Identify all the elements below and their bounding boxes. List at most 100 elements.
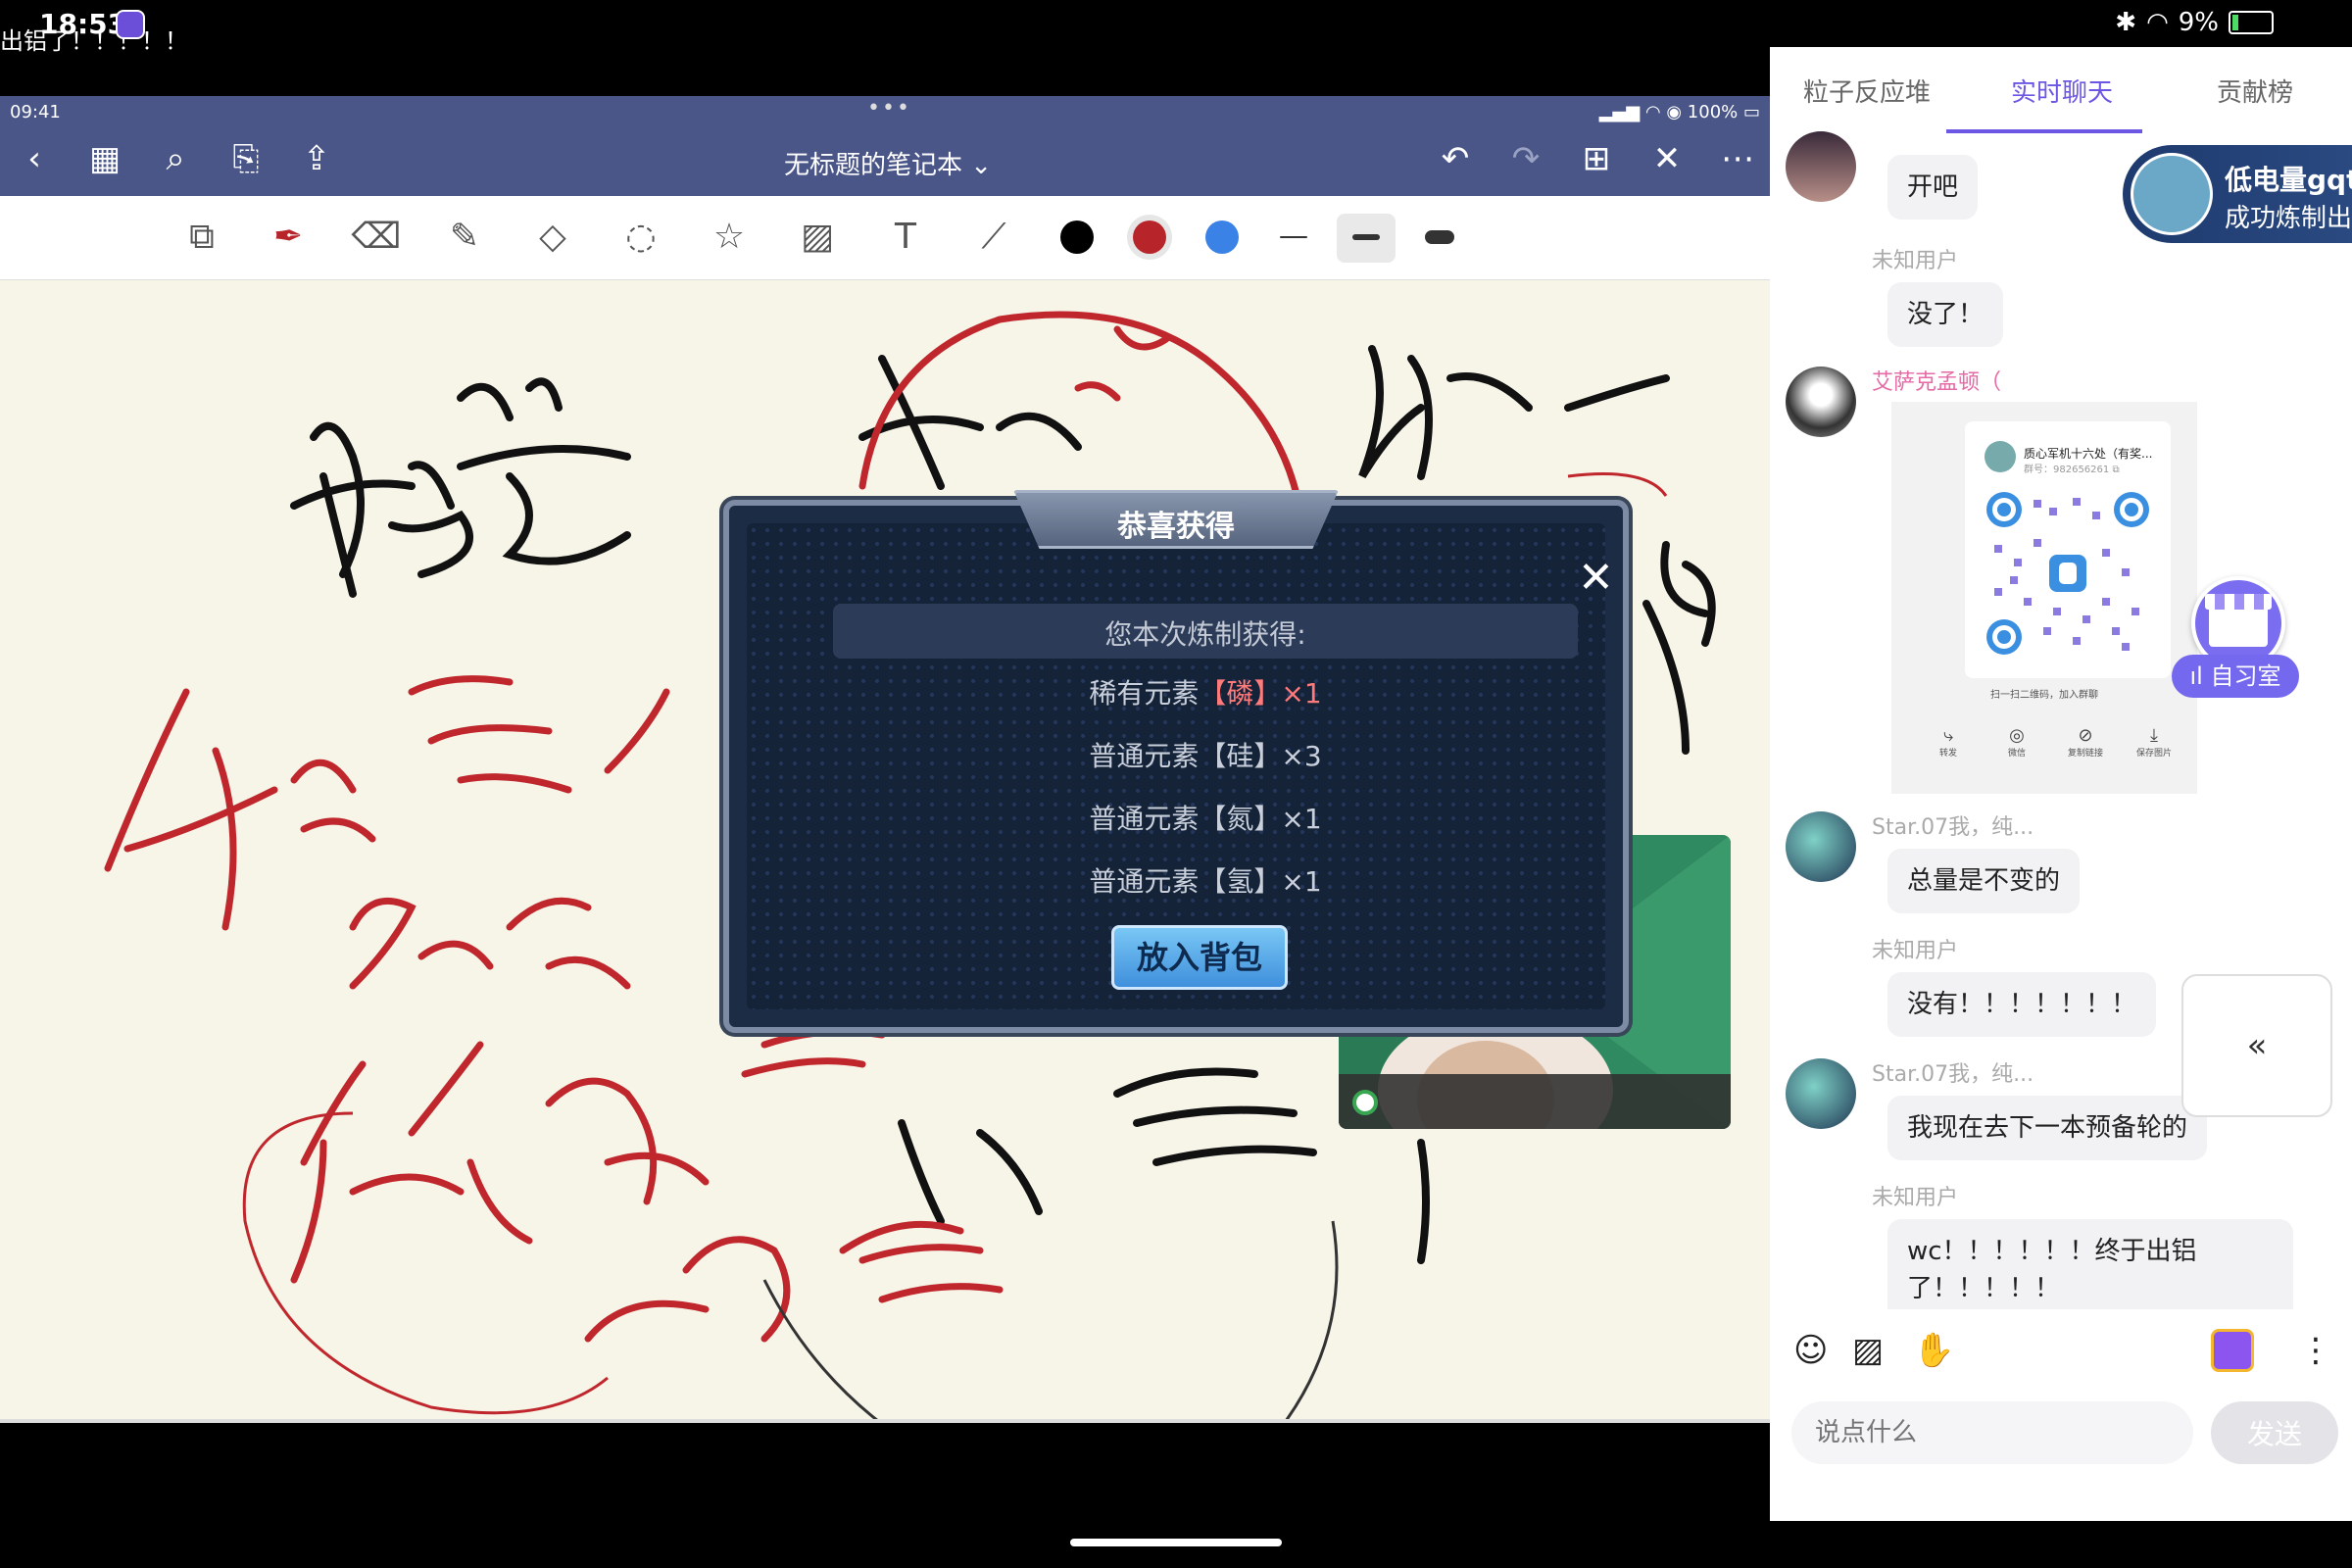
wechat-icon: ◎ bbox=[2009, 725, 2025, 746]
save-image-button[interactable]: ⤓ 保存图片 bbox=[2125, 725, 2183, 759]
tab-live-chat[interactable]: 实时聊天 bbox=[2011, 73, 2113, 109]
copy-link-label: 复制链接 bbox=[2067, 749, 2103, 759]
chat-username: 未知用户 bbox=[1872, 939, 1959, 963]
avatar[interactable] bbox=[1786, 367, 1856, 437]
lasso-icon[interactable]: ◌ bbox=[615, 212, 666, 263]
reward-item-type: 普通元素 bbox=[1089, 803, 1200, 835]
chat-input-bar: ☺ ▨ ✋ ⋮ 发送 bbox=[1770, 1309, 2352, 1521]
close-icon[interactable]: ✕ bbox=[1578, 553, 1614, 603]
chat-bubble: 没了！ bbox=[1887, 282, 2004, 347]
redo-icon[interactable]: ↷ bbox=[1501, 139, 1550, 178]
shapes-icon[interactable]: ◇ bbox=[527, 212, 578, 263]
reward-item-qty: ×1 bbox=[1281, 865, 1322, 898]
status-right: ✱ ◠ 9% bbox=[2115, 8, 2274, 37]
pen-icon[interactable]: ✒ bbox=[263, 212, 314, 263]
mic-icon[interactable] bbox=[1352, 1090, 1378, 1115]
reward-item-qty: ×1 bbox=[1281, 677, 1322, 710]
highlighter-icon[interactable]: ✎ bbox=[439, 212, 490, 263]
reward-title: 恭喜获得 bbox=[1117, 510, 1235, 544]
sticker-icon[interactable]: ☆ bbox=[704, 212, 755, 263]
reward-item: 普通元素【硅】×3 bbox=[833, 735, 1578, 774]
laser-icon[interactable]: ⟋ bbox=[968, 212, 1019, 263]
qr-code-image[interactable]: 质心军机十六处（有奖... 群号：982656261 ⧉ 扫一扫二维码，加入群聊… bbox=[1891, 402, 2197, 794]
stroke-thin[interactable] bbox=[1280, 236, 1307, 238]
reward-item-type: 普通元素 bbox=[1089, 740, 1200, 772]
chat-username: 艾萨克孟顿（ bbox=[1872, 370, 2002, 395]
search-icon[interactable]: ⌕ bbox=[151, 139, 200, 178]
reward-item: 普通元素【氮】×1 bbox=[833, 798, 1578, 837]
put-in-bag-button[interactable]: 放入背包 bbox=[1111, 925, 1288, 990]
link-icon: ⊘ bbox=[2078, 725, 2093, 746]
chat-username: 未知用户 bbox=[1872, 249, 1959, 273]
more-icon[interactable]: ⋯ bbox=[1713, 139, 1762, 178]
reward-item: 普通元素【氢】×1 bbox=[833, 860, 1578, 900]
notebook-title-text: 无标题的笔记本 bbox=[784, 151, 963, 180]
collapse-panel-button[interactable]: « bbox=[2181, 974, 2332, 1117]
send-button[interactable]: 发送 bbox=[2211, 1401, 2338, 1464]
chat-username: Star.07我，纯... bbox=[1872, 815, 2034, 840]
notebook-title[interactable]: 无标题的笔记本 ⌄ bbox=[784, 145, 992, 181]
stroke-thick[interactable] bbox=[1425, 230, 1454, 244]
chevron-down-icon: ⌄ bbox=[970, 151, 993, 180]
forward-icon: ⤷ bbox=[1942, 725, 1954, 746]
reward-item-qty: ×3 bbox=[1281, 740, 1322, 772]
chat-tabs: 粒子反应堆 实时聊天 贡献榜 bbox=[1770, 47, 2352, 135]
gift-icon[interactable] bbox=[2211, 1329, 2254, 1372]
layout-icon[interactable]: ⧉ bbox=[176, 212, 227, 263]
reward-dialog: ✕ 您本次炼制获得: 稀有元素【磷】×1 普通元素【硅】×3 普通元素【氮】×1… bbox=[723, 490, 1629, 1033]
home-indicator[interactable] bbox=[1070, 1539, 1282, 1546]
refine-success-banner[interactable]: 低电量gqti 成功炼制出 bbox=[2123, 145, 2352, 243]
reward-item-qty: ×1 bbox=[1281, 803, 1322, 835]
ipad-status-right: ▂▄▆ ◠ ◉ 100% ▭ bbox=[1598, 102, 1760, 122]
chat-username: 未知用户 bbox=[1872, 1186, 1959, 1210]
chat-bubble: 开吧 bbox=[1887, 155, 1979, 220]
banner-message: 成功炼制出 bbox=[2225, 204, 2352, 233]
image-icon[interactable]: ▨ bbox=[1852, 1331, 1884, 1370]
stroke-medium-selected[interactable] bbox=[1337, 214, 1396, 263]
chat-panel: 粒子反应堆 实时聊天 贡献榜 开吧 未知用户 没了！ 艾萨克孟顿（ 质心军机十六… bbox=[1770, 47, 2352, 1521]
chat-bubble: wc！！！！！！终于出铝了！！！！！ bbox=[1887, 1219, 2293, 1321]
qr-group-id: 群号：982656261 ⧉ bbox=[2024, 465, 2120, 475]
ipad-time: 09:41 bbox=[10, 102, 61, 122]
color-red-swatch[interactable] bbox=[1133, 220, 1166, 254]
wifi-icon: ◠ bbox=[2146, 8, 2169, 37]
reward-item-element: 【硅】 bbox=[1199, 740, 1282, 772]
back-icon[interactable]: ‹ bbox=[10, 139, 59, 178]
add-page-icon[interactable]: ⊞ bbox=[1572, 139, 1621, 178]
color-blue-swatch[interactable] bbox=[1205, 220, 1239, 254]
reward-item-type: 普通元素 bbox=[1089, 865, 1200, 898]
image-icon[interactable]: ▨ bbox=[792, 212, 843, 263]
bookmark-icon[interactable]: ⎘ bbox=[221, 139, 270, 178]
download-icon: ⤓ bbox=[2150, 725, 2158, 746]
banner-username: 低电量gqti bbox=[2225, 164, 2352, 196]
canvas-scroll-edge bbox=[0, 1419, 1770, 1423]
hand-raise-icon[interactable]: ✋ bbox=[1913, 1331, 1954, 1370]
text-icon[interactable]: T bbox=[880, 212, 931, 263]
forward-label: 转发 bbox=[1938, 749, 1957, 759]
avatar[interactable] bbox=[1786, 1058, 1856, 1129]
tab-particle-reactor[interactable]: 粒子反应堆 bbox=[1803, 73, 1931, 109]
color-black-swatch[interactable] bbox=[1060, 220, 1094, 254]
group-avatar bbox=[1984, 441, 2016, 472]
eraser-icon[interactable]: ⌫ bbox=[351, 212, 402, 263]
reward-dialog-body: ✕ 您本次炼制获得: 稀有元素【磷】×1 普通元素【硅】×3 普通元素【氮】×1… bbox=[747, 523, 1614, 1009]
reward-item-element: 【氢】 bbox=[1199, 865, 1282, 898]
grid-icon[interactable]: ▦ bbox=[80, 139, 129, 178]
banner-avatar bbox=[2131, 153, 2213, 235]
multitask-dots-icon[interactable]: ••• bbox=[867, 96, 911, 121]
forward-button[interactable]: ⤷ 转发 bbox=[1919, 725, 1978, 759]
tab-contribution-board[interactable]: 贡献榜 bbox=[2217, 73, 2293, 109]
emoji-icon[interactable]: ☺ bbox=[1793, 1331, 1828, 1370]
close-icon[interactable]: ✕ bbox=[1642, 139, 1691, 178]
undo-icon[interactable]: ↶ bbox=[1431, 139, 1480, 178]
reward-subtitle: 您本次炼制获得: bbox=[1104, 618, 1306, 651]
chat-bubble: 总量是不变的 bbox=[1887, 849, 2081, 913]
avatar[interactable] bbox=[1786, 811, 1856, 882]
more-vertical-icon[interactable]: ⋮ bbox=[2299, 1331, 2332, 1370]
copy-link-button[interactable]: ⊘ 复制链接 bbox=[2056, 725, 2115, 759]
share-icon[interactable]: ⇪ bbox=[292, 139, 341, 178]
study-room-button[interactable]: ıl 自习室 bbox=[2172, 576, 2299, 713]
wechat-button[interactable]: ◎ 微信 bbox=[1987, 725, 2046, 759]
chat-message-input[interactable] bbox=[1791, 1401, 2193, 1464]
avatar[interactable] bbox=[1786, 131, 1856, 202]
